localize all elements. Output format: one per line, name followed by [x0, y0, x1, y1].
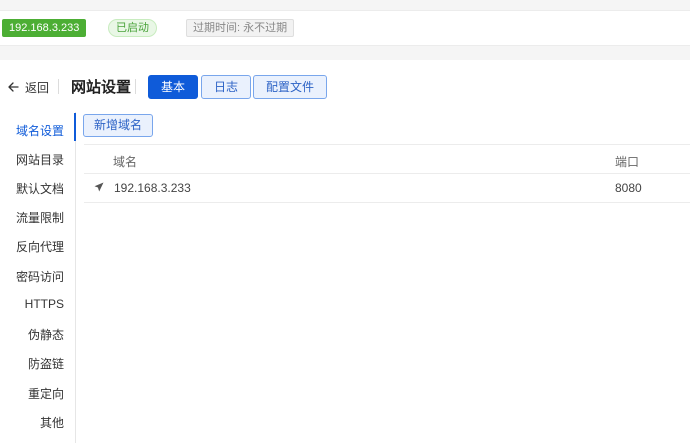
sidebar-item-https[interactable]: HTTPS [25, 297, 64, 311]
sidebar-item-reverse-proxy[interactable]: 反向代理 [16, 238, 64, 255]
expire-badge: 过期时间: 永不过期 [186, 19, 295, 37]
sidebar-item-site-dir[interactable]: 网站目录 [16, 151, 64, 168]
settings-header: 返回 网站设置 基本 日志 配置文件 [0, 60, 690, 112]
sidebar-item-default-doc[interactable]: 默认文档 [16, 180, 64, 197]
table-row-border [84, 202, 690, 203]
site-settings-panel: 返回 网站设置 基本 日志 配置文件 域名设置 网站目录 默认文档 流量限制 反… [0, 60, 690, 443]
sidebar-item-rewrite[interactable]: 伪静态 [28, 326, 64, 343]
back-button[interactable]: 返回 [8, 79, 49, 95]
status-badge: 已启动 [108, 19, 157, 37]
header-divider [58, 79, 59, 94]
column-header-port: 端口 [615, 155, 640, 169]
site-topbar: 192.168.3.233 已启动 过期时间: 永不过期 [0, 10, 690, 46]
tab-basic[interactable]: 基本 [148, 75, 199, 99]
sidebar-item-password-access[interactable]: 密码访问 [16, 268, 64, 285]
sidebar-item-traffic-limit[interactable]: 流量限制 [16, 209, 64, 226]
table-top-border [84, 144, 690, 145]
tab-config-file[interactable]: 配置文件 [253, 75, 328, 99]
sidebar-item-hotlink[interactable]: 防盗链 [28, 355, 64, 372]
column-header-domain: 域名 [113, 155, 138, 169]
sidebar-item-domain[interactable]: 域名设置 [16, 122, 64, 139]
port-cell: 8080 [615, 181, 642, 195]
add-domain-button[interactable]: 新增域名 [83, 114, 154, 137]
sidebar-item-other[interactable]: 其他 [40, 414, 64, 431]
sidebar-item-redirect[interactable]: 重定向 [28, 385, 64, 402]
table-header-border [84, 173, 690, 174]
tab-log[interactable]: 日志 [201, 75, 252, 99]
page-title: 网站设置 [71, 79, 132, 96]
back-label: 返回 [25, 80, 50, 95]
header-divider [135, 79, 136, 94]
site-address-badge[interactable]: 192.168.3.233 [2, 19, 87, 37]
settings-sidebar: 域名设置 网站目录 默认文档 流量限制 反向代理 密码访问 HTTPS 伪静态 … [0, 112, 76, 443]
send-icon [94, 182, 104, 192]
arrow-left-icon [8, 82, 19, 92]
domain-cell: 192.168.3.233 [114, 181, 191, 195]
